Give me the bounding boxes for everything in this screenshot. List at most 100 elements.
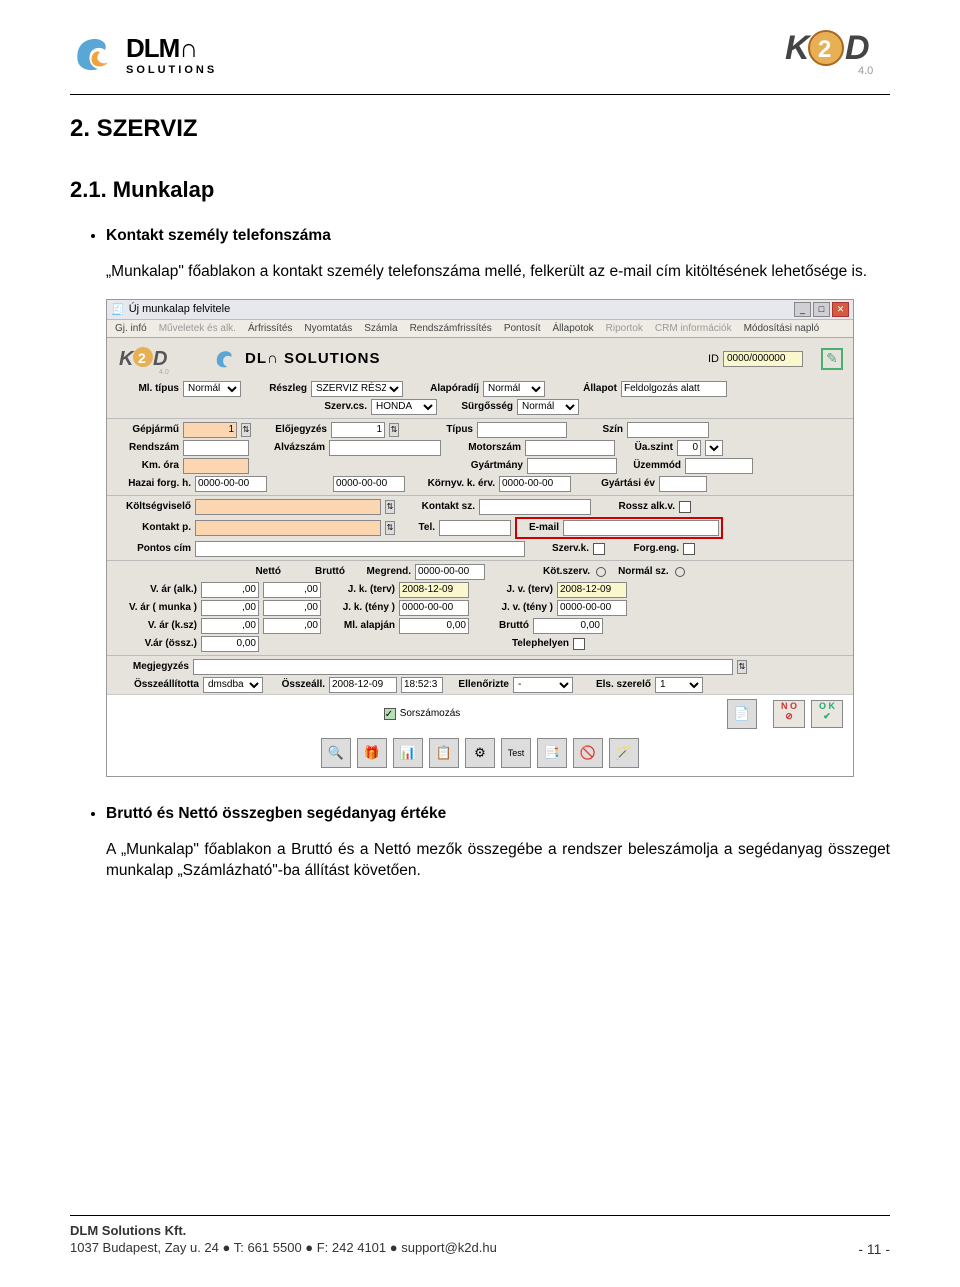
rad-normalsz[interactable] xyxy=(675,567,685,577)
toolbtn-gift-icon[interactable]: 🎁 xyxy=(357,738,387,768)
menu-item[interactable]: CRM információk xyxy=(655,323,732,334)
lbl-koltsegviselo: Költségviselő xyxy=(113,501,191,512)
inp-tipus[interactable] xyxy=(477,422,567,438)
toolbtn-deny-icon[interactable]: 🚫 xyxy=(573,738,603,768)
inp-brutto2[interactable] xyxy=(533,618,603,634)
menu-item[interactable]: Módosítási napló xyxy=(744,323,820,334)
lbl-hazai: Hazai forg. h. xyxy=(113,478,191,489)
inp-kmora[interactable] xyxy=(183,458,249,474)
apply-icon[interactable]: ✎ xyxy=(821,348,843,370)
maximize-button[interactable]: □ xyxy=(813,302,830,317)
inp-megj[interactable] xyxy=(193,659,733,675)
stepper-icon[interactable]: ⇅ xyxy=(241,423,251,437)
inp-hazai2[interactable] xyxy=(333,476,405,492)
menu-item[interactable]: Nyomtatás xyxy=(304,323,352,334)
toolbtn-chart-icon[interactable]: 📊 xyxy=(393,738,423,768)
inp-kontaktp[interactable] xyxy=(195,520,381,536)
svg-text:D: D xyxy=(845,29,870,67)
chk-sorszam[interactable]: ✓ xyxy=(384,708,396,720)
inp-jkterv[interactable] xyxy=(399,582,469,598)
stepper-icon[interactable]: ⇅ xyxy=(385,500,395,514)
inp-alvazszam[interactable] xyxy=(329,440,441,456)
inp-kontaktsz[interactable] xyxy=(479,499,591,515)
chk-szervk[interactable] xyxy=(593,543,605,555)
toolbtn-gear-icon[interactable]: ⚙ xyxy=(465,738,495,768)
sel-elsszer[interactable]: 1 xyxy=(655,677,703,693)
menu-item[interactable]: Riportok xyxy=(606,323,643,334)
inp-gyartasi[interactable] xyxy=(659,476,707,492)
toolbtn-copy-icon[interactable]: 📑 xyxy=(537,738,567,768)
chk-telep[interactable] xyxy=(573,638,585,650)
sel-alap[interactable]: Normál xyxy=(483,381,545,397)
inp-odate[interactable] xyxy=(329,677,397,693)
rad-kotszerv[interactable] xyxy=(596,567,606,577)
inp-ksz-b[interactable] xyxy=(263,618,321,634)
sel-ellen[interactable]: - xyxy=(513,677,573,693)
inp-motorszam[interactable] xyxy=(525,440,615,456)
inp-pontos[interactable] xyxy=(195,541,525,557)
inp-ossz-n[interactable] xyxy=(201,636,259,652)
inp-alk-n[interactable] xyxy=(201,582,259,598)
menu-item[interactable]: Műveletek és alk. xyxy=(159,323,236,334)
lbl-surgosseg: Sürgősség xyxy=(441,401,513,412)
no-button[interactable]: N O⊘ xyxy=(773,700,805,728)
inp-koltseg[interactable] xyxy=(195,499,381,515)
lbl-uaszint: Üa.szint xyxy=(619,442,673,453)
inp-jvteny[interactable] xyxy=(557,600,627,616)
inp-tel[interactable] xyxy=(439,520,511,536)
inp-mlalap[interactable] xyxy=(399,618,469,634)
sel-surgosseg[interactable]: Normál xyxy=(517,399,579,415)
sel-reszleg[interactable]: SZERVIZ RÉSZ xyxy=(311,381,403,397)
menu-item[interactable]: Állapotok xyxy=(553,323,594,334)
heading-1: 2. SZERVIZ xyxy=(70,115,890,143)
toolbtn-report-icon[interactable]: 📋 xyxy=(429,738,459,768)
inp-otime[interactable] xyxy=(401,677,443,693)
menu-item[interactable]: Számla xyxy=(364,323,397,334)
inp-jvterv[interactable] xyxy=(557,582,627,598)
lbl-kmora: Km. óra xyxy=(113,460,179,471)
stepper-icon[interactable]: ⇅ xyxy=(385,521,395,535)
inp-rendszam[interactable] xyxy=(183,440,249,456)
inp-munka-n[interactable] xyxy=(201,600,259,616)
lbl-jvterv: J. v. (terv) xyxy=(473,584,553,595)
inp-munka-b[interactable] xyxy=(263,600,321,616)
toolbtn-search-icon[interactable]: 🔍 xyxy=(321,738,351,768)
close-button[interactable]: ✕ xyxy=(832,302,849,317)
minimize-button[interactable]: _ xyxy=(794,302,811,317)
menu-item[interactable]: Gj. infó xyxy=(115,323,147,334)
lbl-mlalap: Ml. alapján xyxy=(325,620,395,631)
inp-uaszint[interactable] xyxy=(677,440,701,456)
sel-szervcs[interactable]: HONDA xyxy=(371,399,437,415)
inp-gep[interactable] xyxy=(183,422,237,438)
menu-item[interactable]: Árfrissítés xyxy=(248,323,292,334)
inp-gyartmany[interactable] xyxy=(527,458,617,474)
inp-megrend[interactable] xyxy=(415,564,485,580)
toolbtn-test-button[interactable]: Test xyxy=(501,738,531,768)
toolbtn-wand-icon[interactable]: 🪄 xyxy=(609,738,639,768)
chk-rossz[interactable] xyxy=(679,501,691,513)
sel-osszeall[interactable]: dmsdba xyxy=(203,677,263,693)
inp-allapot[interactable] xyxy=(621,381,727,397)
inp-alk-b[interactable] xyxy=(263,582,321,598)
inp-szin[interactable] xyxy=(627,422,709,438)
toolbtn-doc-icon[interactable]: 📄 xyxy=(727,699,757,729)
inp-hazai1[interactable] xyxy=(195,476,267,492)
menu-item[interactable]: Rendszámfrissítés xyxy=(410,323,492,334)
inp-jkteny[interactable] xyxy=(399,600,469,616)
inp-uzemmod[interactable] xyxy=(685,458,753,474)
stepper-icon[interactable]: ⇅ xyxy=(389,423,399,437)
inp-kornyv[interactable] xyxy=(499,476,571,492)
dlm-inline-logo: DL∩ SOLUTIONS xyxy=(213,348,381,370)
stepper-icon[interactable]: ⇅ xyxy=(737,660,747,674)
sel-uaszint[interactable] xyxy=(705,440,723,456)
ok-button[interactable]: O K✔ xyxy=(811,700,843,728)
chk-forgeng[interactable] xyxy=(683,543,695,555)
inp-ksz-n[interactable] xyxy=(201,618,259,634)
inp-email[interactable] xyxy=(563,520,719,536)
lbl-elsszer: Els. szerelő xyxy=(577,679,651,690)
menu-item[interactable]: Pontosít xyxy=(504,323,541,334)
lbl-megj: Megjegyzés xyxy=(113,661,189,672)
id-value[interactable] xyxy=(723,351,803,367)
sel-ml-tipus[interactable]: Normál xyxy=(183,381,241,397)
inp-elo[interactable] xyxy=(331,422,385,438)
